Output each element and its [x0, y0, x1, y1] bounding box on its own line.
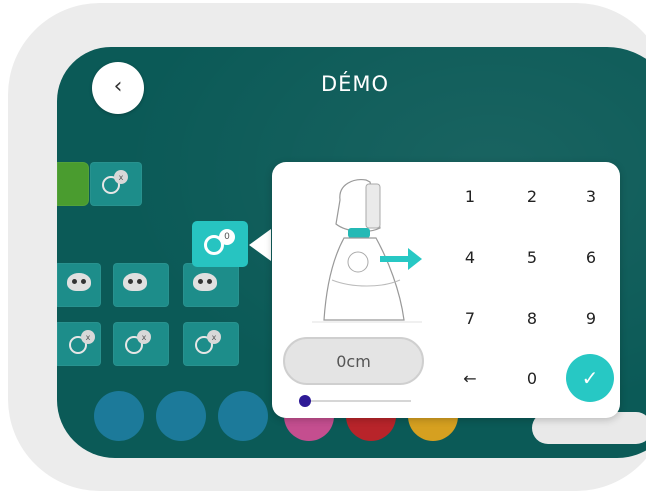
- face-icon: [123, 273, 147, 291]
- robot-face-button[interactable]: [156, 391, 206, 441]
- key-8[interactable]: 8: [512, 303, 552, 333]
- program-block[interactable]: x: [57, 322, 101, 366]
- key-9[interactable]: 9: [571, 303, 611, 333]
- distance-slider[interactable]: [305, 400, 411, 402]
- face-icon: [67, 273, 91, 291]
- selected-move-block[interactable]: 0: [192, 221, 248, 267]
- key-1[interactable]: 1: [450, 181, 490, 211]
- program-block[interactable]: [57, 263, 101, 307]
- chevron-left-icon: ‹: [113, 74, 123, 99]
- slider-thumb[interactable]: [299, 395, 311, 407]
- robot-illustration: [312, 179, 422, 323]
- event-block[interactable]: [57, 162, 89, 206]
- key-4[interactable]: 4: [450, 242, 490, 272]
- key-7[interactable]: 7: [450, 303, 490, 333]
- program-block[interactable]: x: [183, 322, 239, 366]
- popup-pointer: [249, 229, 271, 261]
- back-button[interactable]: ‹: [92, 62, 144, 114]
- program-block[interactable]: x: [90, 162, 142, 206]
- page-title: DÉMO: [320, 72, 390, 96]
- checkmark-icon: ✓: [581, 366, 599, 390]
- key-3[interactable]: 3: [571, 181, 611, 211]
- face-icon: [193, 273, 217, 291]
- program-block[interactable]: [113, 263, 169, 307]
- program-block[interactable]: x: [113, 322, 169, 366]
- key-2[interactable]: 2: [512, 181, 552, 211]
- key-6[interactable]: 6: [571, 242, 611, 272]
- program-block[interactable]: [183, 263, 239, 307]
- key-0[interactable]: 0: [512, 363, 552, 393]
- key-5[interactable]: 5: [512, 242, 552, 272]
- distance-display: 0cm: [283, 337, 424, 385]
- confirm-button[interactable]: ✓: [566, 354, 614, 402]
- fullscreen-button[interactable]: [94, 391, 144, 441]
- chat-button[interactable]: [218, 391, 268, 441]
- backspace-key[interactable]: ←: [450, 363, 490, 393]
